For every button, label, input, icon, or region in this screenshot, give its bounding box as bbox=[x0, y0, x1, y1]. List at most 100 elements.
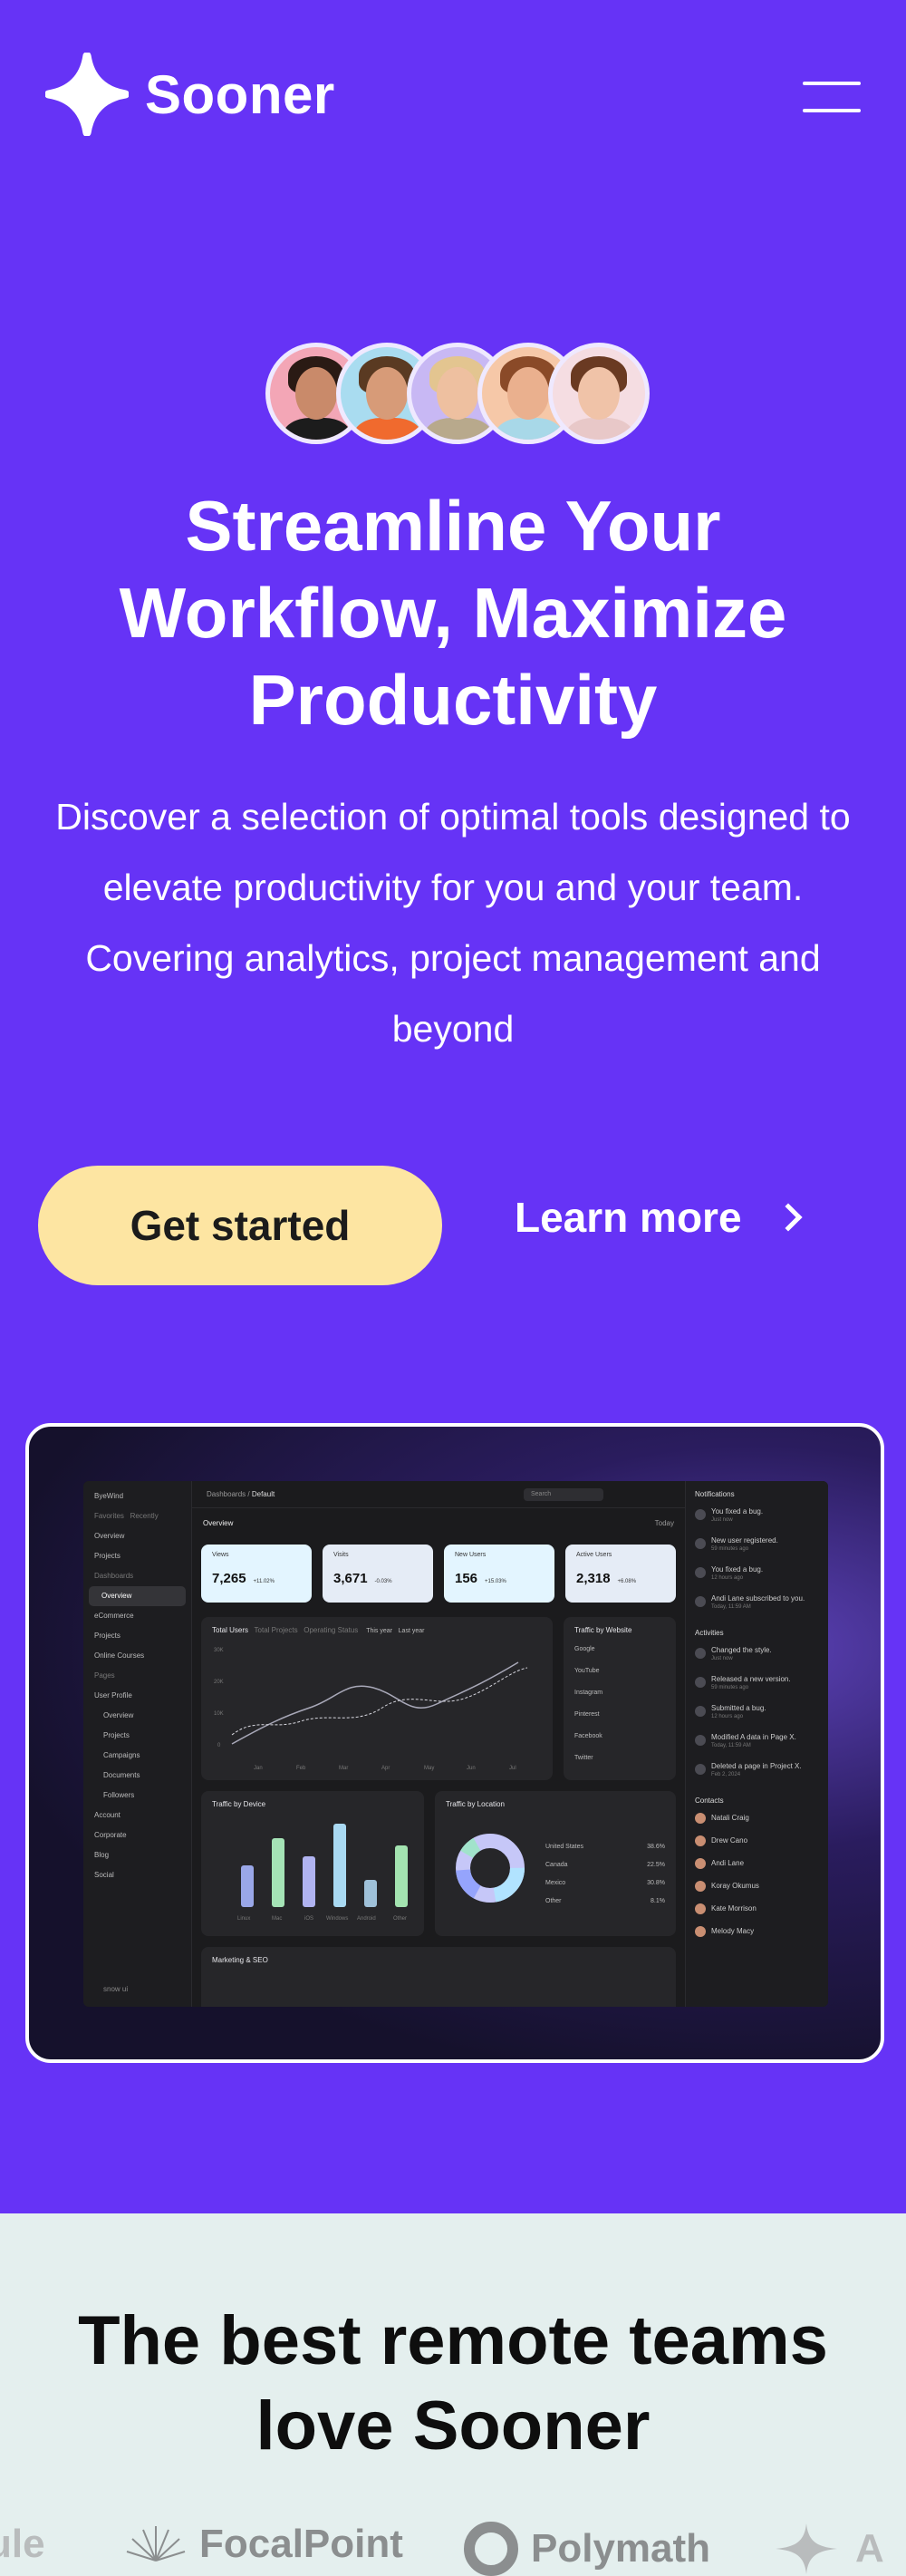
breadcrumb-item: Default bbox=[251, 1490, 275, 1498]
stat-change: +6.08% bbox=[617, 1579, 637, 1584]
activity-item: Released a new version. 59 minutes ago bbox=[686, 1671, 828, 1700]
dashboard-right-panel: Notifications You fixed a bug. Just now N… bbox=[685, 1481, 828, 2007]
location-value: 8.1% bbox=[651, 1898, 665, 1904]
contact-item: Andi Lane bbox=[686, 1855, 828, 1878]
sidebar-item: Social bbox=[94, 1871, 114, 1879]
location-name: Other bbox=[545, 1898, 562, 1904]
traffic-website-panel: Traffic by Website Google YouTube Instag… bbox=[564, 1617, 676, 1780]
learn-more-label: Learn more bbox=[515, 1194, 742, 1241]
dashboard-main: Overview Today Views 7,265 +11.02% Visits… bbox=[192, 1508, 685, 2007]
learn-more-link[interactable]: Learn more bbox=[515, 1193, 803, 1242]
traffic-device-panel: Traffic by Device Linux Mac iOS Windows … bbox=[201, 1791, 424, 1936]
location-row: United States 38.6% bbox=[545, 1844, 665, 1862]
sidebar-item: Online Courses bbox=[94, 1651, 145, 1660]
hero-headline: Streamline Your Workflow, Maximize Produ… bbox=[119, 486, 787, 740]
website-list: Google YouTube Instagram Pinterest Faceb… bbox=[574, 1646, 602, 1777]
tab-recently: Recently bbox=[130, 1512, 159, 1520]
notification-time: 12 hours ago bbox=[711, 1575, 744, 1581]
website-row: Google bbox=[574, 1646, 595, 1652]
location-row: Mexico 30.8% bbox=[545, 1880, 665, 1898]
bar bbox=[241, 1865, 254, 1907]
traffic-location-panel: Traffic by Location United States 38.6% C… bbox=[435, 1791, 676, 1936]
logo-strip: ule FocalPoint Polymath A bbox=[0, 2522, 906, 2576]
x-tick: Mar bbox=[339, 1766, 348, 1771]
notification-text: New user registered. bbox=[711, 1536, 778, 1545]
panel-title: Traffic by Location bbox=[446, 1800, 505, 1808]
sunburst-icon bbox=[126, 2526, 186, 2561]
range-select: Today bbox=[654, 1519, 674, 1527]
sparkle-logo-icon bbox=[45, 53, 129, 136]
breadcrumb-separator: / bbox=[247, 1490, 250, 1498]
stat-card-views: Views 7,265 +11.02% bbox=[201, 1545, 312, 1603]
search-input: Search bbox=[524, 1488, 603, 1501]
notification-item: You fixed a bug. Just now bbox=[686, 1504, 828, 1533]
sidebar-item: Documents bbox=[103, 1771, 140, 1779]
bar bbox=[364, 1880, 377, 1907]
activity-time: Feb 2, 2024 bbox=[711, 1772, 741, 1777]
activities-title: Activities bbox=[695, 1629, 724, 1637]
activity-item: Changed the style. Just now bbox=[686, 1642, 828, 1671]
brand-logo: A bbox=[772, 2522, 884, 2576]
hero-section: Sooner Streamline Your Workflow, Maximiz… bbox=[0, 0, 906, 2213]
contact-item: Natali Craig bbox=[686, 1810, 828, 1833]
activity-text: Changed the style. bbox=[711, 1646, 772, 1654]
activity-text: Submitted a bug. bbox=[711, 1704, 766, 1712]
tab-favorites: Favorites bbox=[94, 1512, 124, 1520]
sidebar-footer: snow ui bbox=[103, 1985, 129, 1993]
total-users-panel: Total Users Total Projects Operating Sta… bbox=[201, 1617, 553, 1780]
x-tick: Jul bbox=[509, 1766, 516, 1771]
location-value: 38.6% bbox=[647, 1844, 665, 1850]
bar bbox=[395, 1845, 408, 1907]
device-bar-chart: Linux Mac iOS Windows Android Other bbox=[237, 1824, 408, 1922]
dashboard-topbar: Dashboards / Default Search bbox=[192, 1481, 685, 1508]
logo[interactable]: Sooner bbox=[45, 53, 335, 136]
stat-label: Visits bbox=[333, 1552, 349, 1558]
location-row: Other 8.1% bbox=[545, 1898, 665, 1916]
notification-text: You fixed a bug. bbox=[711, 1565, 764, 1574]
brand-logo: ule bbox=[0, 2522, 45, 2567]
stat-value: 156 bbox=[455, 1571, 478, 1586]
breadcrumb: Dashboards / Default bbox=[207, 1490, 275, 1498]
location-donut-chart bbox=[456, 1834, 525, 1903]
ring-icon bbox=[464, 2522, 518, 2576]
get-started-button[interactable]: Get started bbox=[38, 1166, 442, 1285]
top-nav: Sooner bbox=[45, 53, 861, 143]
bar bbox=[303, 1856, 315, 1907]
contact-item: Koray Okumus bbox=[686, 1878, 828, 1901]
location-list: United States 38.6% Canada 22.5% Mexico 30.… bbox=[545, 1844, 665, 1916]
brand-logo: FocalPoint bbox=[123, 2522, 403, 2567]
stat-card-active-users: Active Users 2,318 +6.08% bbox=[565, 1545, 676, 1603]
dashboard-preview: ByeWind Favorites Recently Overview Proj… bbox=[83, 1481, 828, 2007]
activity-time: 12 hours ago bbox=[711, 1714, 744, 1719]
section-heading: The best remote teams love Sooner bbox=[78, 2302, 828, 2465]
dashboard-sidebar: ByeWind Favorites Recently Overview Proj… bbox=[83, 1481, 192, 2007]
location-value: 30.8% bbox=[647, 1880, 665, 1886]
notification-item: Andi Lane subscribed to you. Today, 11:59… bbox=[686, 1591, 828, 1620]
hamburger-menu-icon[interactable] bbox=[803, 82, 861, 112]
sidebar-item: Overview bbox=[89, 1586, 186, 1606]
series-line-this-year bbox=[231, 1661, 519, 1745]
y-tick: 30K bbox=[214, 1648, 224, 1653]
notification-text: You fixed a bug. bbox=[711, 1507, 764, 1516]
sidebar-item: Overview bbox=[103, 1711, 134, 1719]
sidebar-item: Projects bbox=[94, 1552, 120, 1560]
stat-card-new-users: New Users 156 +15.03% bbox=[444, 1545, 554, 1603]
dashboard-screenshot: ByeWind Favorites Recently Overview Proj… bbox=[25, 1423, 884, 2063]
sidebar-item: Campaigns bbox=[103, 1751, 140, 1759]
brand-logo-text: A bbox=[855, 2526, 884, 2571]
brand-logo-text: Polymath bbox=[531, 2526, 711, 2571]
hero-subtitle: Discover a selection of optimal tools de… bbox=[55, 796, 851, 1050]
users-line-chart: 30K 20K 10K 0 Jan Feb Mar Apr May Jun Ju… bbox=[214, 1648, 528, 1771]
notification-text: Andi Lane subscribed to you. bbox=[711, 1594, 805, 1603]
notifications-title: Notifications bbox=[695, 1490, 735, 1498]
sparkle-icon bbox=[776, 2523, 837, 2574]
location-row: Canada 22.5% bbox=[545, 1862, 665, 1880]
sidebar-section-label: Pages bbox=[94, 1671, 115, 1680]
website-row: Twitter bbox=[574, 1755, 593, 1761]
activity-time: 59 minutes ago bbox=[711, 1685, 749, 1690]
sidebar-section-label: Dashboards bbox=[94, 1572, 134, 1580]
x-tick: Jan bbox=[254, 1766, 263, 1771]
x-tick: Feb bbox=[296, 1766, 306, 1771]
sidebar-tabs: Favorites Recently bbox=[83, 1506, 191, 1526]
x-tick: Other bbox=[393, 1916, 407, 1922]
